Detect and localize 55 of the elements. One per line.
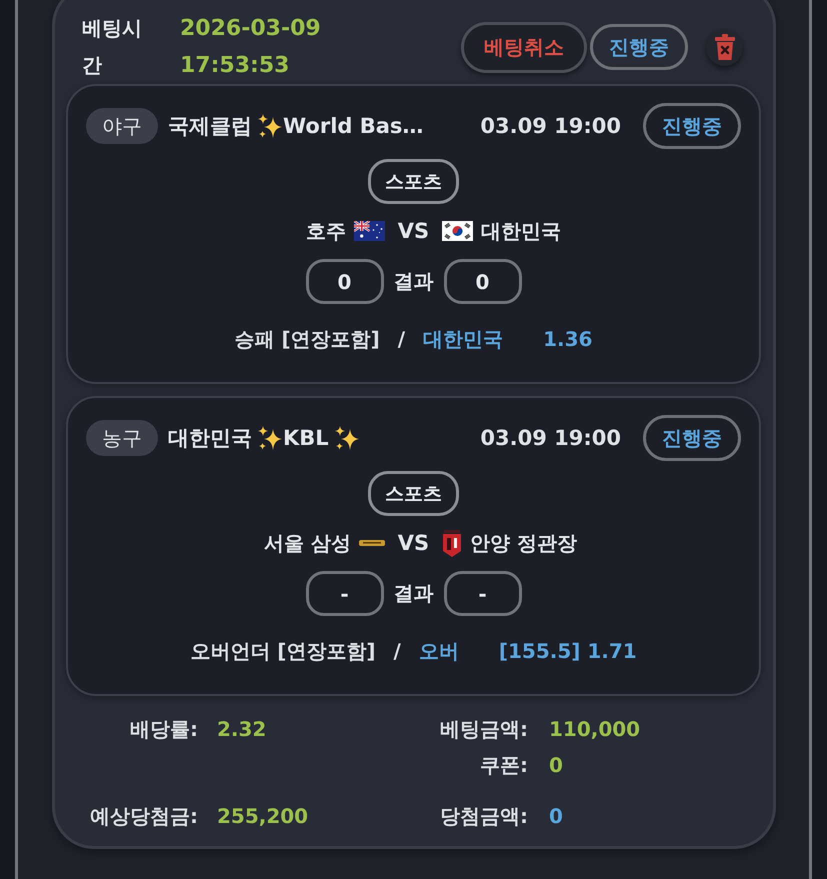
bet-time-label: 베팅시간	[82, 15, 143, 79]
league-name: KBL	[283, 426, 329, 450]
score-box: 0	[306, 259, 384, 304]
team-name: 호주	[306, 218, 346, 244]
bet-date: 2026-03-09	[180, 15, 321, 43]
team-logo-icon	[442, 530, 462, 556]
league-name: 대한민국	[168, 425, 252, 452]
korean-flag-icon	[442, 221, 474, 241]
australian-flag-icon	[354, 221, 385, 241]
market-label: 오버언더 [연장포함]	[190, 638, 376, 664]
team-name: 대한민국	[481, 218, 562, 244]
sparkle-icon	[258, 114, 282, 138]
score-box: -	[444, 571, 522, 616]
result-label: 결과	[394, 580, 434, 607]
status-badge: 진행중	[643, 415, 741, 461]
team-logo-icon	[358, 539, 385, 547]
summary-value: 255,200	[217, 804, 308, 828]
category-badge: 스포츠	[368, 471, 459, 516]
summary-label: 베팅금액:	[440, 716, 528, 740]
sparkle-icon	[258, 426, 282, 450]
team-name: 안양 정관장	[470, 530, 578, 556]
league-name: 국제클럽	[168, 113, 252, 140]
summary-label: 배당률:	[130, 716, 198, 740]
status-badge: 진행중	[590, 24, 688, 70]
category-badge: 스포츠	[368, 159, 459, 204]
league-name: World Bas…	[283, 114, 424, 138]
selected-pick: 대한민국	[423, 326, 504, 352]
summary-value: 110,000	[549, 717, 640, 741]
sport-tag: 야구	[86, 108, 158, 144]
summary-value: 0	[549, 804, 563, 828]
sport-tag: 농구	[86, 420, 158, 456]
result-label: 결과	[394, 268, 434, 295]
market-label: 승패 [연장포함]	[234, 326, 380, 352]
trash-icon	[714, 34, 734, 60]
match-time: 03.09 19:00	[480, 426, 621, 450]
cancel-bet-button[interactable]: 베팅취소	[461, 22, 587, 72]
summary-label: 쿠폰:	[480, 752, 528, 776]
odds-value: [155.5] 1.71	[498, 639, 637, 663]
score-box: -	[306, 571, 384, 616]
odds-value: 1.36	[543, 327, 592, 351]
score-box: 0	[444, 259, 522, 304]
summary-label: 예상당첨금:	[90, 804, 198, 828]
versus-label: VS	[398, 219, 430, 243]
separator: /	[398, 327, 406, 351]
bet-time: 17:53:53	[180, 52, 290, 80]
summary-label: 당첨금액:	[440, 804, 528, 828]
status-badge: 진행중	[643, 103, 741, 149]
team-name: 서울 삼성	[264, 530, 351, 556]
sparkle-icon	[334, 426, 359, 450]
separator: /	[394, 639, 401, 663]
summary-value: 2.32	[217, 717, 266, 741]
versus-label: VS	[398, 531, 430, 555]
summary-value: 0	[549, 753, 563, 777]
match-time: 03.09 19:00	[480, 114, 621, 138]
selected-pick: 오버	[418, 638, 459, 664]
